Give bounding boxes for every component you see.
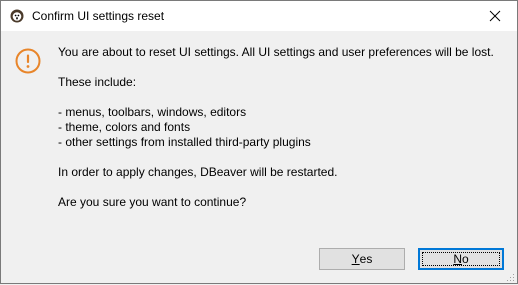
dialog-window: Confirm UI settings reset You are about … — [0, 0, 518, 284]
yes-label-rest: es — [359, 252, 373, 266]
focus-rectangle — [422, 252, 500, 266]
warning-icon — [15, 48, 41, 74]
yes-button[interactable]: Yes — [319, 248, 405, 270]
restart-notice: In order to apply changes, DBeaver will … — [58, 165, 338, 179]
list-item: - theme, colors and fonts — [58, 120, 191, 134]
message-text: You are about to reset UI settings. All … — [58, 45, 508, 210]
no-button[interactable]: No — [418, 248, 504, 270]
dialog-title: Confirm UI settings reset — [32, 9, 165, 23]
dbeaver-app-icon — [10, 9, 24, 23]
title-bar[interactable]: Confirm UI settings reset — [1, 1, 517, 31]
resize-grip-icon[interactable] — [505, 271, 515, 281]
list-item: - menus, toolbars, windows, editors — [58, 105, 247, 119]
includes-heading: These include: — [58, 75, 137, 89]
intro-text: You are about to reset UI settings. All … — [58, 45, 494, 59]
close-icon — [489, 10, 500, 22]
close-button[interactable] — [472, 1, 517, 31]
yes-mnemonic: Y — [351, 252, 360, 266]
dialog-body: You are about to reset UI settings. All … — [1, 31, 517, 283]
list-item: - other settings from installed third-pa… — [58, 135, 311, 149]
confirm-question: Are you sure you want to continue? — [58, 195, 247, 209]
